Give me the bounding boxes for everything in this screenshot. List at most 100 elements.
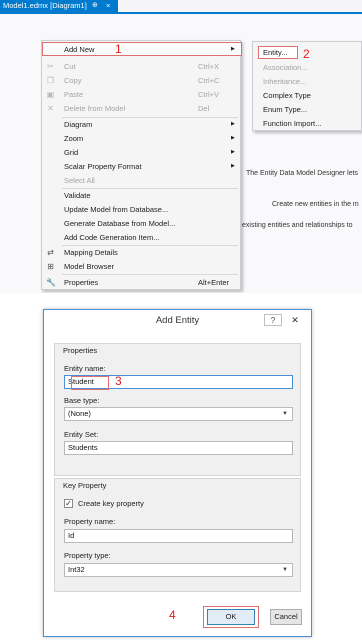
menu-item-label: Generate Database from Model... — [64, 219, 176, 228]
property-name-value: Id — [68, 531, 75, 540]
entity-set-value: Students — [68, 443, 98, 452]
property-type-label: Property type: — [64, 551, 111, 560]
menu-item-label: Grid — [64, 148, 79, 157]
menu-item-select-all[interactable]: Select All — [42, 174, 240, 187]
menu-item-zoom[interactable]: Zoom ▶ — [42, 132, 240, 145]
copy-icon: ❐ — [46, 76, 55, 85]
pin-icon[interactable]: ⊕ — [92, 0, 98, 12]
properties-group: Properties Entity name: Student 3 Base t… — [54, 343, 301, 476]
submenu-item-label: Enum Type... — [263, 105, 308, 114]
entity-name-highlight — [71, 376, 109, 390]
submenu-item-label: Inheritance... — [263, 77, 307, 86]
menu-item-shortcut: Ctrl+V — [198, 90, 220, 99]
model-browser-icon: ⊞ — [47, 262, 54, 271]
entity-name-input[interactable]: Student — [64, 375, 293, 390]
menu-item-paste[interactable]: ▣ Paste Ctrl+V — [42, 88, 240, 101]
step-marker-1: 1 — [115, 42, 122, 56]
base-type-label: Base type: — [64, 396, 100, 405]
designer-panel: Model1.edmx [Diagram1] ⊕ × The Entity Da… — [0, 0, 362, 293]
menu-item-label: Add Code Generation Item... — [64, 233, 160, 242]
menu-item-label: Model Browser — [64, 262, 115, 271]
create-key-label: Create key property — [78, 499, 144, 508]
submenu-arrow-icon: ▶ — [231, 149, 235, 155]
menu-item-label: Validate — [64, 191, 91, 200]
menu-item-add-new[interactable]: Add New ▶ — [42, 43, 240, 56]
property-name-input[interactable]: Id — [64, 529, 293, 543]
menu-item-update-model[interactable]: Update Model from Database... — [42, 203, 240, 216]
menu-item-shortcut: Ctrl+C — [198, 76, 220, 85]
create-key-checkbox[interactable]: ✓ — [64, 499, 73, 508]
ok-button[interactable]: OK — [207, 609, 255, 625]
submenu-item-label: Entity... — [263, 48, 288, 57]
close-button[interactable]: ✕ — [285, 313, 305, 327]
paste-icon: ▣ — [46, 90, 55, 99]
menu-item-label: Delete from Model — [64, 104, 126, 113]
submenu-item-label: Complex Type — [263, 91, 311, 100]
entity-name-label: Entity name: — [64, 364, 106, 373]
menu-item-copy[interactable]: ❐ Copy Ctrl+C — [42, 74, 240, 87]
menu-item-shortcut: Ctrl+X — [198, 62, 220, 71]
menu-item-generate-database[interactable]: Generate Database from Model... — [42, 217, 240, 230]
properties-group-title: Properties — [63, 346, 98, 355]
menu-item-validate[interactable]: Validate — [42, 189, 240, 202]
property-type-select[interactable]: Int32 ▼ — [64, 563, 293, 577]
key-property-group: Key Property ✓ Create key property Prope… — [54, 478, 301, 592]
submenu-item-complex-type[interactable]: Complex Type — [253, 89, 361, 102]
submenu-item-association[interactable]: Association... — [253, 61, 361, 74]
scissors-icon: ✂ — [47, 62, 54, 71]
menu-item-diagram[interactable]: Diagram ▶ — [42, 118, 240, 131]
submenu-item-label: Association... — [263, 63, 308, 72]
menu-item-label: Cut — [64, 62, 76, 71]
close-tab-icon[interactable]: × — [106, 0, 110, 12]
step-marker-4: 4 — [169, 608, 176, 622]
submenu-item-label: Function Import... — [263, 119, 322, 128]
menu-item-cut[interactable]: ✂ Cut Ctrl+X — [42, 60, 240, 73]
context-menu: Add New ▶ 1 ✂ Cut Ctrl+X ❐ Copy Ctrl+C ▣… — [41, 40, 242, 290]
menu-item-delete[interactable]: ✕ Delete from Model Del — [42, 102, 240, 115]
entity-set-input[interactable]: Students — [64, 441, 293, 455]
menu-item-grid[interactable]: Grid ▶ — [42, 146, 240, 159]
menu-item-label: Mapping Details — [64, 248, 118, 257]
document-tab[interactable]: Model1.edmx [Diagram1] ⊕ × — [0, 0, 118, 12]
submenu-arrow-icon: ▶ — [231, 163, 235, 169]
menu-item-label: Properties — [64, 278, 99, 287]
help-button[interactable]: ? — [264, 314, 282, 326]
menu-item-mapping-details[interactable]: ⇄ Mapping Details — [42, 246, 240, 259]
menu-item-label: Copy — [64, 76, 82, 85]
menu-item-scalar-property-format[interactable]: Scalar Property Format ▶ — [42, 160, 240, 173]
cancel-button[interactable]: Cancel — [270, 609, 302, 625]
menu-item-shortcut: Alt+Enter — [198, 278, 230, 287]
menu-item-label: Select All — [64, 176, 95, 185]
canvas-create-text: Create new entities in the m — [272, 201, 359, 208]
menu-item-label: Zoom — [64, 134, 84, 143]
submenu-arrow-icon: ▶ — [231, 121, 235, 127]
menu-separator — [62, 274, 238, 275]
base-type-value: (None) — [68, 409, 91, 418]
step-marker-2: 2 — [303, 47, 310, 61]
submenu-item-enum-type[interactable]: Enum Type... — [253, 103, 361, 116]
menu-item-label: Paste — [64, 90, 84, 99]
submenu-arrow-icon: ▶ — [231, 46, 235, 52]
menu-item-label: Scalar Property Format — [64, 162, 142, 171]
entity-set-label: Entity Set: — [64, 430, 99, 439]
submenu-item-function-import[interactable]: Function Import... — [253, 117, 361, 130]
base-type-select[interactable]: (None) ▼ — [64, 407, 293, 421]
document-tab-bar: Model1.edmx [Diagram1] ⊕ × — [0, 0, 362, 14]
menu-item-properties[interactable]: 🔧 Properties Alt+Enter — [42, 276, 240, 289]
menu-item-label: Update Model from Database... — [64, 205, 169, 214]
canvas-existing-text: existing entities and relationships to — [242, 222, 353, 229]
step-marker-3: 3 — [115, 374, 122, 388]
menu-item-add-code-generation[interactable]: Add Code Generation Item... — [42, 231, 240, 244]
property-type-value: Int32 — [68, 565, 85, 574]
submenu-item-inheritance[interactable]: Inheritance... — [253, 75, 361, 88]
document-tab-title: Model1.edmx [Diagram1] — [3, 1, 87, 10]
add-new-submenu: Entity... 2 Association... Inheritance..… — [252, 41, 362, 131]
chevron-down-icon: ▼ — [282, 411, 288, 417]
submenu-arrow-icon: ▶ — [231, 135, 235, 141]
menu-item-shortcut: Del — [198, 104, 210, 113]
wrench-icon: 🔧 — [46, 278, 56, 287]
mapping-icon: ⇄ — [47, 248, 54, 257]
menu-item-label: Diagram — [64, 120, 93, 129]
menu-item-model-browser[interactable]: ⊞ Model Browser — [42, 260, 240, 273]
canvas-intro-text: The Entity Data Model Designer lets — [246, 170, 359, 177]
